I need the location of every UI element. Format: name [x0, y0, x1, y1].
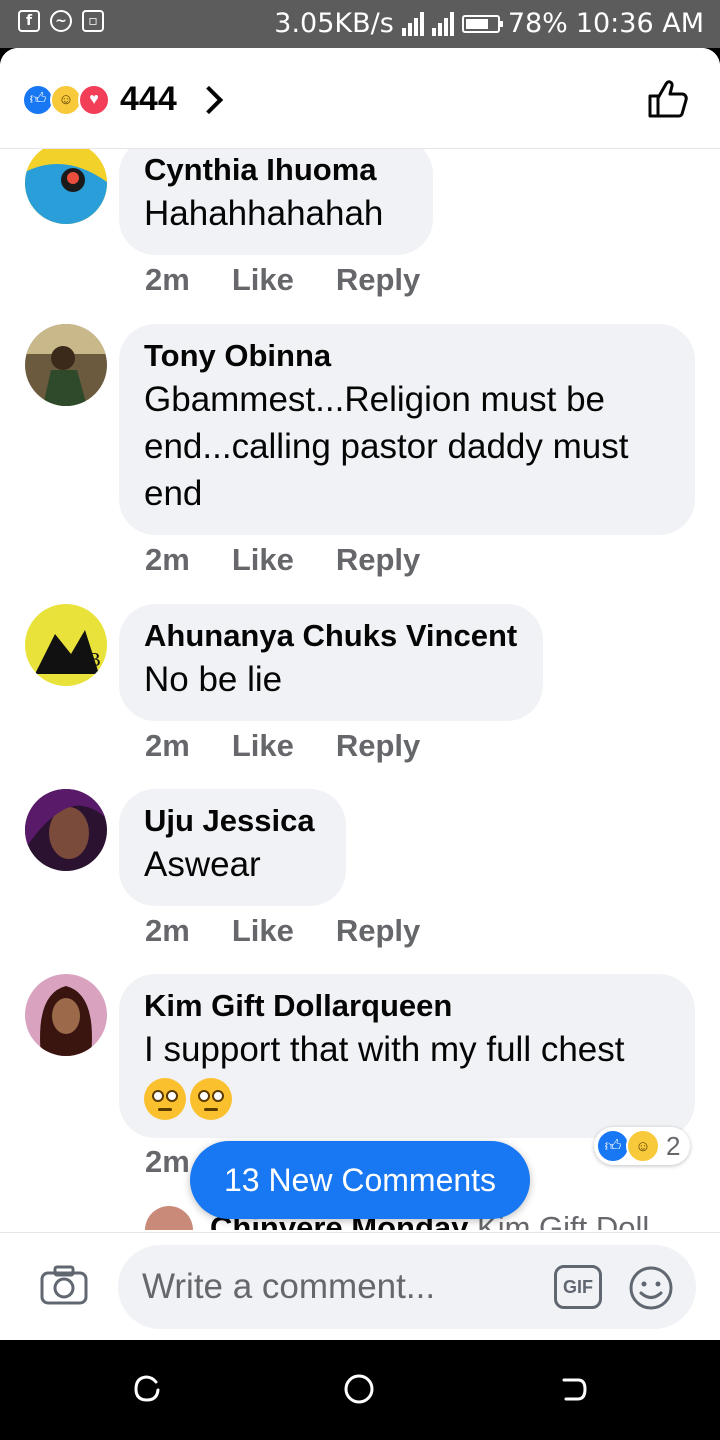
reply-link[interactable]: Reply — [336, 913, 420, 949]
facebook-icon: f — [18, 10, 40, 32]
comment-input[interactable] — [118, 1245, 696, 1329]
comment-actions: 2m Like Reply — [145, 542, 462, 578]
home-button[interactable] — [344, 1374, 374, 1404]
clock: 10:36 AM — [575, 8, 704, 39]
chevron-right-icon — [194, 85, 223, 114]
back-button[interactable] — [558, 1374, 588, 1404]
recents-button[interactable] — [132, 1374, 162, 1404]
comment-reaction-count: 2 — [666, 1130, 681, 1161]
like-link[interactable]: Like — [232, 913, 294, 949]
network-speed: 3.05KB/s — [274, 8, 394, 39]
comment-bubble[interactable]: Cynthia Ihuoma Hahahhahahah — [119, 148, 433, 255]
reactions-summary[interactable]: 👍︎ ☺ ♥ 444 — [22, 80, 223, 119]
reply-link[interactable]: Reply — [336, 542, 420, 578]
avatar[interactable] — [25, 324, 107, 406]
avatar[interactable] — [25, 974, 107, 1056]
comment-time: 2m — [145, 542, 190, 577]
comment-text: Aswear — [144, 845, 261, 884]
reply-link[interactable]: Reply — [336, 262, 420, 298]
comment-composer: GIF — [0, 1232, 720, 1340]
like-icon: 👍︎ — [596, 1129, 630, 1163]
gif-button[interactable]: GIF — [554, 1265, 602, 1309]
signal-icon — [401, 11, 424, 36]
notification-icons: f ~ ▫ — [18, 10, 104, 32]
avatar[interactable] — [145, 1206, 193, 1230]
messenger-icon: ~ — [50, 10, 72, 32]
comment-text-body: I support that with my full chest — [144, 1030, 625, 1069]
comment-bubble[interactable]: Ahunanya Chuks Vincent No be lie — [119, 604, 543, 721]
commenter-name[interactable]: Tony Obinna — [144, 338, 669, 374]
commenter-name[interactable]: Ahunanya Chuks Vincent — [144, 618, 517, 654]
commenter-name[interactable]: Kim Gift Dollarqueen — [144, 988, 669, 1024]
system-nav-bar — [0, 1340, 720, 1440]
like-link[interactable]: Like — [232, 542, 294, 578]
status-right: 3.05KB/s 78% 10:36 AM — [274, 8, 704, 39]
comment-reactions[interactable]: 👍︎ ☺ 2 — [594, 1127, 690, 1165]
comment-actions: 2m Like Reply — [145, 728, 462, 764]
comment-time: 2m — [145, 913, 190, 948]
status-bar: f ~ ▫ 3.05KB/s 78% 10:36 AM — [0, 0, 720, 48]
like-link[interactable]: Like — [232, 262, 294, 298]
reaction-count: 444 — [120, 80, 177, 118]
comment-bubble[interactable]: Tony Obinna Gbammest...Religion must be … — [119, 324, 695, 535]
commenter-name[interactable]: Uju Jessica — [144, 803, 320, 839]
avatar[interactable] — [25, 789, 107, 871]
love-icon: ♥ — [78, 83, 110, 116]
eye-roll-emoji-icon — [190, 1077, 232, 1120]
comment-time: 2m — [145, 262, 190, 297]
camera-icon[interactable] — [40, 1265, 88, 1305]
comment-text: I support that with my full chest — [144, 1026, 669, 1120]
like-button[interactable] — [646, 76, 690, 120]
signal-icon-2 — [431, 11, 454, 36]
comment-actions: 2m Like Reply — [145, 262, 462, 298]
eye-roll-emoji-icon — [144, 1077, 186, 1120]
comment-time: 2m — [145, 728, 190, 763]
comment-list[interactable]: Cynthia Ihuoma Hahahhahahah 2m Like Repl… — [0, 148, 720, 1230]
comment-text: Gbammest...Religion must be end...callin… — [144, 380, 629, 513]
comment-text: Hahahhahahah — [144, 194, 384, 233]
comment-bubble[interactable]: Kim Gift Dollarqueen I support that with… — [119, 974, 695, 1138]
battery-level: 78% — [507, 8, 568, 39]
reactions-header: 👍︎ ☺ ♥ 444 — [0, 48, 720, 149]
comment-actions: 2m Like Reply — [145, 913, 462, 949]
haha-icon: ☺ — [626, 1129, 660, 1163]
reply-link[interactable]: Reply — [336, 728, 420, 764]
new-comments-button[interactable]: 13 New Comments — [190, 1141, 530, 1219]
comment-time: 2m — [145, 1144, 190, 1179]
commenter-name[interactable]: Cynthia Ihuoma — [144, 152, 407, 188]
like-link[interactable]: Like — [232, 728, 294, 764]
svg-text:DB: DB — [73, 649, 101, 671]
avatar[interactable] — [25, 148, 107, 224]
battery-icon — [461, 14, 503, 33]
comments-sheet: 👍︎ ☺ ♥ 444 Cynthia Ihuoma Hahahhahahah 2… — [0, 48, 720, 1340]
comment-bubble[interactable]: Uju Jessica Aswear — [119, 789, 346, 906]
avatar[interactable]: DB — [25, 604, 107, 686]
gallery-icon: ▫ — [82, 10, 104, 32]
emoji-icon[interactable] — [628, 1265, 674, 1311]
comment-text: No be lie — [144, 660, 283, 699]
